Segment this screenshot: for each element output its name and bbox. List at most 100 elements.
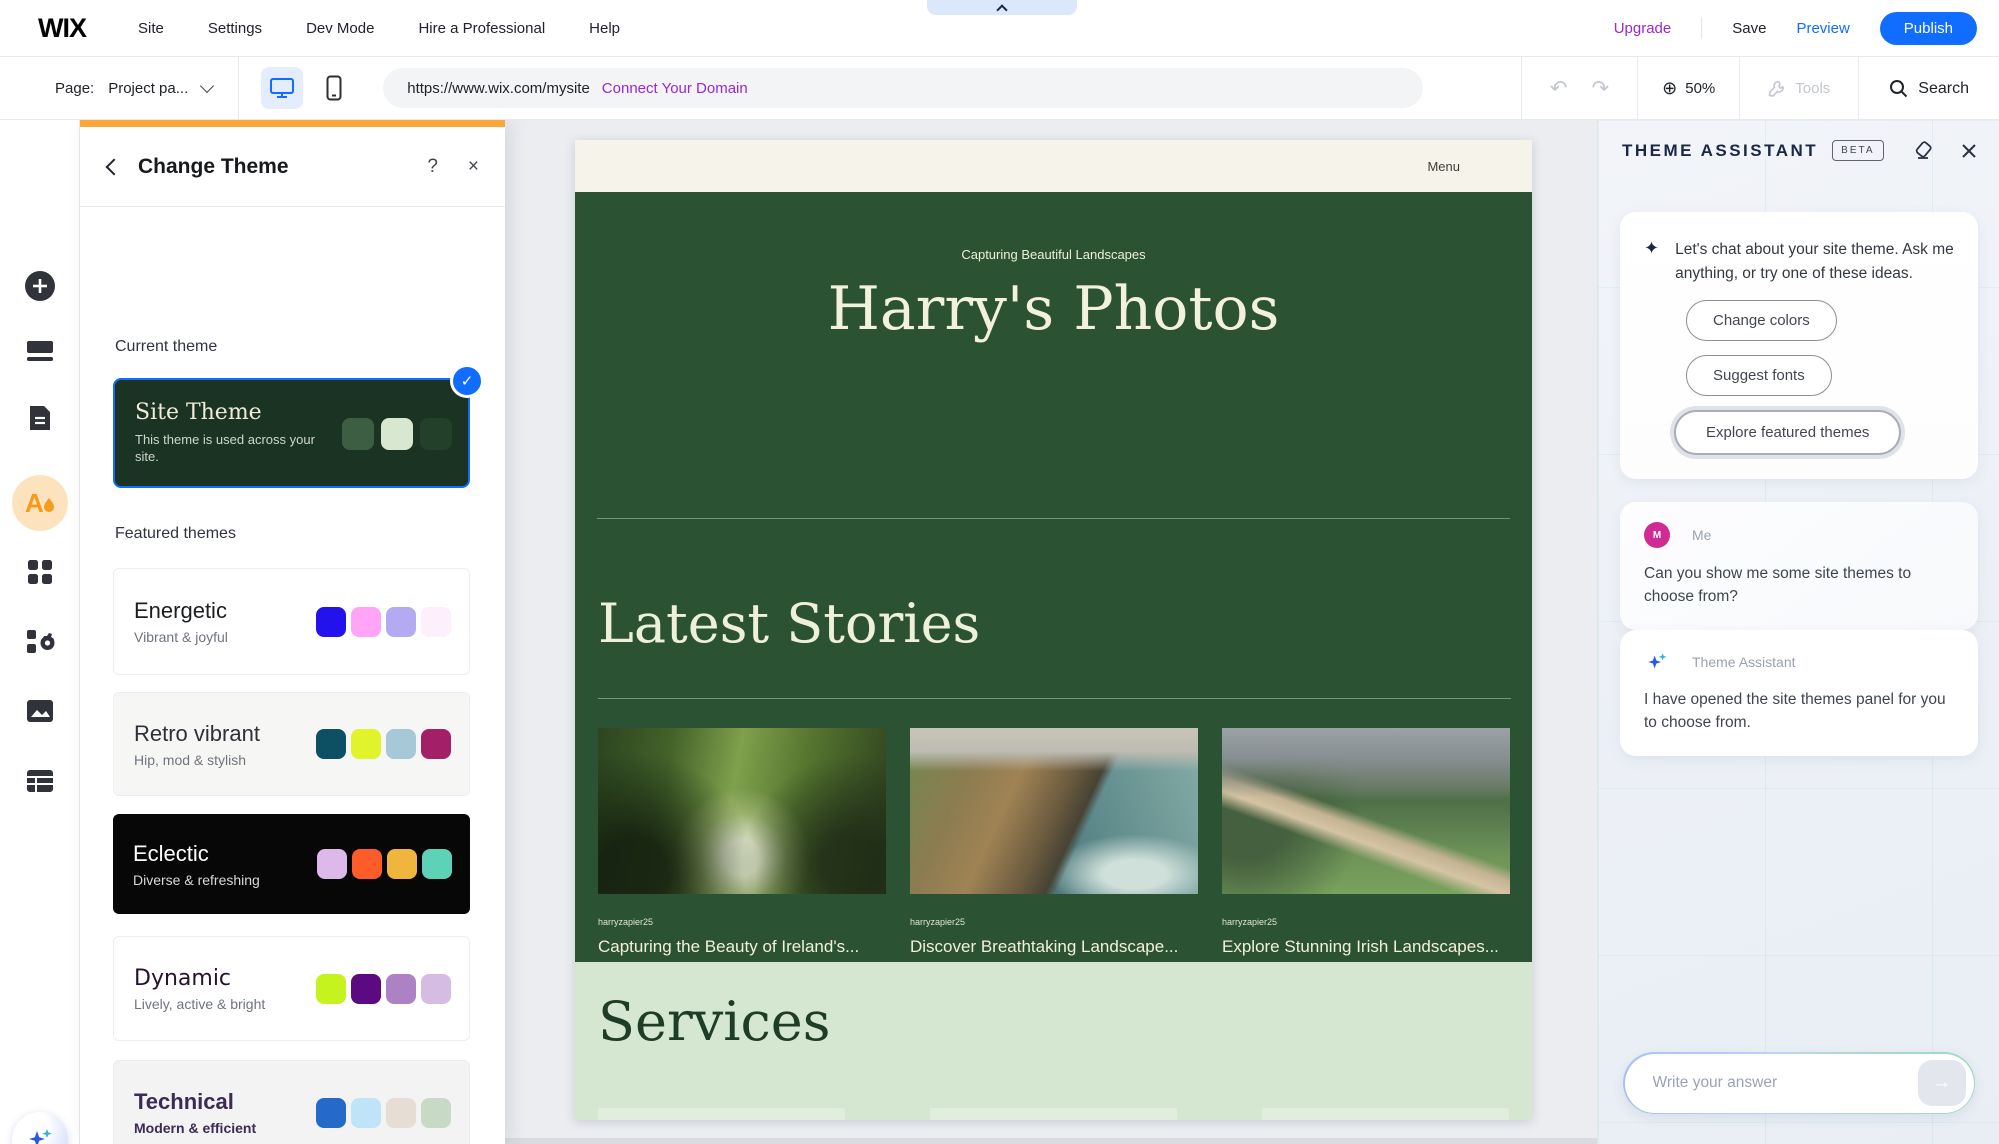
menu-hire-a-professional[interactable]: Hire a Professional — [418, 20, 545, 37]
color-swatch — [351, 607, 381, 637]
connect-your-domain-link[interactable]: Connect Your Domain — [602, 80, 748, 97]
tools-button[interactable]: Tools — [1740, 80, 1858, 98]
redo-icon[interactable]: ↷ — [1592, 76, 1610, 101]
current-theme-card[interactable]: Site Theme This theme is used across you… — [113, 378, 470, 488]
theme-card-energetic[interactable]: Energetic Vibrant & joyful — [113, 568, 470, 675]
theme-swatches — [317, 849, 452, 879]
zoom-plus-icon[interactable]: ⊕ — [1662, 78, 1677, 99]
sections-icon — [25, 338, 55, 364]
color-swatch — [422, 849, 452, 879]
color-swatch — [351, 1098, 381, 1128]
search-label: Search — [1918, 80, 1969, 98]
selected-check-icon: ✓ — [450, 364, 484, 398]
ai-sparkles-icon — [12, 1112, 68, 1144]
send-button[interactable]: → — [1918, 1060, 1966, 1106]
app-market-button[interactable] — [0, 558, 80, 586]
preview-button[interactable]: Preview — [1796, 20, 1849, 37]
panel-accent-bar — [80, 120, 505, 127]
color-swatch — [387, 849, 417, 879]
color-swatch — [316, 607, 346, 637]
device-switch — [261, 67, 355, 109]
desktop-icon — [269, 76, 295, 100]
menu-dev-mode[interactable]: Dev Mode — [306, 20, 374, 37]
message-text: Can you show me some site themes to choo… — [1644, 562, 1954, 608]
chat-input-container: → — [1623, 1052, 1975, 1114]
chevron-down-icon[interactable] — [200, 79, 214, 93]
post-title[interactable]: Capturing the Beauty of Ireland's... — [598, 937, 886, 957]
color-swatch — [342, 418, 374, 450]
help-icon[interactable]: ? — [427, 156, 438, 178]
top-menu: Site Settings Dev Mode Hire a Profession… — [138, 20, 620, 37]
page-selector[interactable]: Page: Project pa... — [55, 80, 212, 97]
chat-message-user: M Me Can you show me some site themes to… — [1620, 502, 1978, 630]
theme-swatches — [316, 974, 451, 1004]
color-swatch — [317, 849, 347, 879]
chevron-up-icon — [996, 4, 1007, 15]
chat-input[interactable] — [1653, 1074, 1918, 1092]
service-card-placeholder — [1262, 1108, 1509, 1120]
page-value[interactable]: Project pa... — [108, 80, 188, 97]
suggestion-explore-featured-themes[interactable]: Explore featured themes — [1674, 410, 1901, 455]
suggestion-suggest-fonts[interactable]: Suggest fonts — [1686, 355, 1832, 396]
theme-name: Eclectic — [133, 841, 260, 867]
latest-stories-title: Latest Stories — [598, 592, 980, 655]
close-icon[interactable]: × — [468, 156, 479, 178]
theme-card-dynamic[interactable]: Dynamic Lively, active & bright — [113, 936, 470, 1041]
hero-subtitle: Capturing Beautiful Landscapes — [575, 247, 1532, 262]
color-swatch — [351, 729, 381, 759]
mobile-icon — [326, 75, 342, 101]
menu-settings[interactable]: Settings — [208, 20, 262, 37]
site-url-bar[interactable]: https://www.wix.com/mysite Connect Your … — [383, 68, 1423, 108]
color-swatch — [386, 974, 416, 1004]
post-title[interactable]: Explore Stunning Irish Landscapes... — [1222, 937, 1510, 957]
theme-swatches — [316, 1098, 451, 1128]
search-icon — [1889, 79, 1908, 98]
undo-icon[interactable]: ↶ — [1550, 76, 1568, 101]
suggestion-change-colors[interactable]: Change colors — [1686, 300, 1837, 341]
assistant-intro-card: ✦ Let's chat about your site theme. Ask … — [1620, 212, 1978, 479]
pages-menu-button[interactable] — [0, 404, 80, 432]
theme-card-retro-vibrant[interactable]: Retro vibrant Hip, mod & stylish — [113, 692, 470, 796]
page-icon — [27, 404, 53, 432]
menu-site[interactable]: Site — [138, 20, 164, 37]
media-button[interactable] — [0, 698, 80, 724]
search-button[interactable]: Search — [1859, 79, 1999, 98]
message-sender: Me — [1692, 527, 1711, 543]
theme-tagline: Vibrant & joyful — [134, 629, 228, 645]
sparkle-icon: ✦ — [1644, 238, 1659, 286]
theme-card-technical[interactable]: Technical Modern & efficient — [113, 1060, 470, 1144]
menu-help[interactable]: Help — [589, 20, 620, 37]
history-controls: ↶ ↷ — [1522, 76, 1637, 101]
upgrade-link[interactable]: Upgrade — [1614, 20, 1672, 37]
save-button[interactable]: Save — [1732, 20, 1766, 37]
close-icon[interactable] — [1961, 143, 1977, 159]
theme-name: Dynamic — [134, 966, 265, 991]
featured-themes-label: Featured themes — [115, 525, 236, 543]
theme-name: Energetic — [134, 598, 228, 624]
ai-assistant-button[interactable] — [0, 1112, 80, 1144]
add-section-button[interactable] — [0, 338, 80, 364]
color-swatch — [316, 974, 346, 1004]
site-menu-link[interactable]: Menu — [1427, 159, 1460, 174]
color-swatch — [421, 729, 451, 759]
topbar-actions: Upgrade Save Preview Publish — [1614, 12, 1977, 45]
collapse-topbar-tab[interactable] — [927, 0, 1077, 15]
theme-swatches — [316, 607, 451, 637]
theme-card-eclectic[interactable]: Eclectic Diverse & refreshing — [113, 814, 470, 914]
post-title[interactable]: Discover Breathtaking Landscape... — [910, 937, 1198, 957]
wrench-icon — [1768, 80, 1786, 98]
eraser-icon[interactable] — [1914, 140, 1935, 161]
app-components-button[interactable] — [0, 628, 80, 656]
site-preview[interactable]: Menu Capturing Beautiful Landscapes Harr… — [575, 140, 1532, 1120]
add-elements-button[interactable] — [0, 268, 80, 304]
theme-name: Retro vibrant — [134, 721, 260, 747]
site-design-button-active[interactable]: A — [0, 475, 80, 531]
wix-logo[interactable]: WIX — [38, 13, 86, 44]
back-icon[interactable] — [106, 158, 123, 175]
mobile-view-button[interactable] — [313, 67, 355, 109]
desktop-view-button[interactable] — [261, 67, 303, 109]
theme-design-icon: A — [23, 488, 57, 518]
cms-button[interactable] — [0, 768, 80, 794]
publish-button[interactable]: Publish — [1880, 12, 1977, 45]
zoom-control[interactable]: ⊕ 50% — [1638, 78, 1739, 99]
